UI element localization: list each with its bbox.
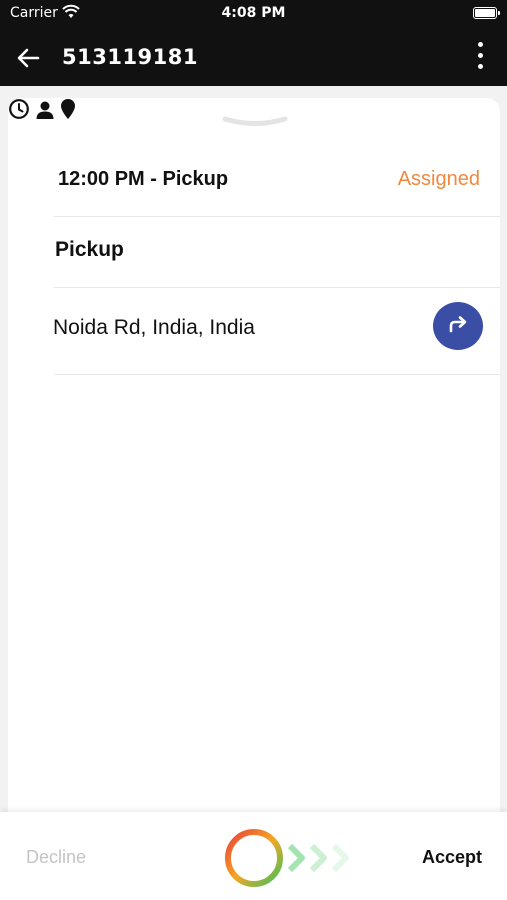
divider	[54, 216, 500, 217]
action-bar: Decline Accept	[0, 812, 507, 900]
accept-button[interactable]: Accept	[422, 847, 482, 868]
divider	[54, 287, 500, 288]
arrow-left-icon[interactable]	[14, 44, 42, 72]
app-bar: 513119181	[0, 28, 507, 86]
person-icon	[36, 101, 54, 119]
status-bar: Carrier 4:08 PM	[0, 0, 507, 28]
swipe-to-accept-handle[interactable]	[222, 826, 286, 890]
page-title: 513119181	[62, 45, 199, 69]
task-detail-sheet: 12:00 PM - Pickup Assigned Pickup Noida …	[8, 98, 500, 812]
task-type: Pickup	[55, 238, 124, 261]
status-badge: Assigned	[397, 168, 480, 190]
task-time: 12:00 PM - Pickup	[58, 168, 229, 190]
sheet-handle[interactable]	[222, 114, 288, 128]
clock-icon	[9, 99, 29, 119]
task-address: Noida Rd, India, India	[53, 316, 255, 339]
navigate-button[interactable]	[433, 302, 483, 350]
decline-button[interactable]: Decline	[26, 847, 86, 868]
more-vertical-icon[interactable]	[475, 42, 485, 74]
chevron-right-icon	[287, 843, 349, 873]
navigate-arrow-icon	[449, 316, 467, 333]
battery-icon	[473, 7, 500, 19]
divider	[54, 374, 500, 375]
clock-time: 4:08 PM	[221, 5, 286, 21]
location-pin-icon	[61, 99, 76, 119]
